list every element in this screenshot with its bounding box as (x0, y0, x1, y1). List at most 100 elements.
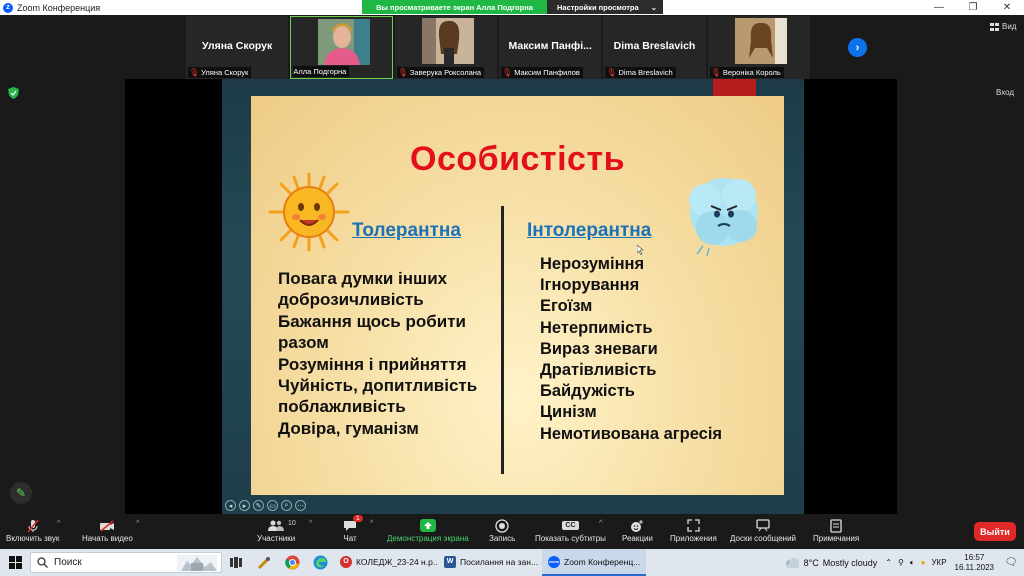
reactions-button[interactable]: Реакции (622, 517, 653, 543)
weather-widget[interactable]: 8°C Mostly cloudy (784, 557, 878, 569)
clock-time: 16:57 (964, 552, 985, 562)
mouse-cursor-icon (637, 245, 644, 255)
participant-name-label: 🎙︎ Заверука Роксолана (396, 67, 485, 78)
participant-name-label: 🎙︎ Dima Breslavich (605, 67, 676, 78)
maximize-button[interactable]: ❐ (956, 0, 990, 15)
close-window-button[interactable]: ✕ (990, 0, 1024, 15)
viewing-screen-label: Вы просматриваете экран Алла Подгорна (362, 0, 547, 14)
chevron-right-icon: › (855, 41, 860, 54)
pen-icon[interactable]: ✎ (253, 500, 264, 511)
norton-icon[interactable]: ● (921, 558, 926, 567)
minimize-button[interactable]: — (922, 0, 956, 15)
participant-name-label: 🎙︎ Вероніка Король (709, 67, 784, 78)
tray-icons: ⌃ ⚲ 🔈︎ ● УКР (885, 558, 946, 568)
language-indicator[interactable]: УКР (931, 558, 946, 567)
participants-options-caret[interactable]: ^ (309, 520, 312, 527)
sun-icon (268, 172, 350, 252)
enter-button[interactable]: Вход (996, 88, 1014, 97)
chrome-button[interactable] (278, 549, 306, 576)
start-button[interactable] (0, 549, 30, 576)
chrome-icon (284, 555, 299, 570)
participant-name: Dima Breslavich (618, 68, 673, 77)
list-item: Нетерпимість (540, 318, 653, 337)
list-item: Вираз зневаги (540, 339, 658, 358)
edge-icon (313, 555, 327, 570)
share-screen-label: Демонстрация экрана (387, 534, 469, 543)
view-options-button[interactable]: Настройки просмотра ⌄ (547, 0, 663, 14)
participant-tile[interactable]: Максим Панфі... 🎙︎ Максим Панфилов (499, 16, 602, 79)
participant-name: Алла Подгорна (293, 67, 347, 76)
column-divider (501, 206, 504, 474)
taskbar-search[interactable]: Поиск (30, 552, 222, 573)
clock[interactable]: 16:57 16.11.2023 (955, 553, 994, 573)
participant-tile[interactable]: 🎙︎ Вероніка Король (707, 16, 810, 79)
notes-button[interactable]: Примечания (813, 517, 859, 543)
view-button-label: Вид (1002, 22, 1017, 31)
taskbar-app-zoom[interactable]: zoom Zoom Конференц... (542, 549, 646, 576)
list-item: Повага думки інших (278, 269, 448, 288)
apps-button[interactable]: Приложения (670, 517, 717, 543)
captions-options-caret[interactable]: ^ (599, 520, 602, 527)
participant-tile[interactable]: 🎙︎ Заверука Роксолана (394, 16, 498, 79)
taskbar-app-label: Zoom Конференц... (564, 556, 641, 567)
participant-name-label: 🎙︎ Максим Панфилов (501, 67, 583, 78)
list-item: поблажливість (278, 397, 406, 417)
participant-strip: Уляна Скорук 🎙︎ Уляна Скорук Алла Подгорн… (186, 16, 812, 79)
leave-button[interactable]: Выйти (974, 522, 1016, 541)
volume-icon[interactable]: 🔈︎ (910, 558, 915, 568)
slides-icon[interactable]: ▭ (267, 500, 278, 511)
next-slide-icon[interactable]: ▸ (239, 500, 250, 511)
participant-tile[interactable]: Dima Breslavich 🎙︎ Dima Breslavich (603, 16, 706, 79)
list-item: Довіра, гуманізм (278, 418, 419, 438)
participant-name: Уляна Скорук (201, 68, 249, 77)
notifications-button[interactable]: 🗨︎ (1002, 557, 1020, 568)
list-item: разом (278, 333, 329, 353)
chat-unread-badge: 1 (353, 515, 363, 522)
weather-temp: 8°C (803, 557, 819, 568)
list-item: Цинізм (540, 403, 597, 422)
windows-taskbar: Поиск O КОЛЕДЖ_23-24 н.р... W Посилання на… (0, 549, 1024, 576)
zoom-icon[interactable]: ⌕ (281, 500, 292, 511)
participant-name-label: Алла Подгорна (293, 66, 350, 77)
record-button[interactable]: Запись (489, 517, 515, 543)
weather-desc: Mostly cloudy (822, 557, 878, 568)
shield-icon[interactable] (8, 87, 19, 99)
network-icon[interactable]: ⚲ (898, 558, 904, 567)
previous-slide-icon[interactable]: ◂ (225, 500, 236, 511)
participant-video (318, 19, 371, 65)
chat-options-caret[interactable]: ^ (370, 520, 373, 527)
taskbar-app-word[interactable]: W Посилання на зан... (438, 549, 542, 576)
view-button[interactable]: Вид (990, 22, 1016, 31)
taskbar-app-label: Посилання на зан... (460, 556, 539, 567)
cloud-icon (785, 557, 799, 568)
annotate-button[interactable]: ✎ (10, 482, 32, 504)
task-view-icon (230, 557, 242, 568)
start-video-button[interactable]: Начать видео (82, 517, 133, 543)
apps-icon (687, 517, 700, 534)
meeting-toolbar: Включить звук ^ Начать видео ^ Участники… (0, 514, 1024, 548)
participant-tile[interactable]: Уляна Скорук 🎙︎ Уляна Скорук (186, 16, 289, 79)
chevron-down-icon: ⌄ (650, 2, 657, 12)
whiteboards-button[interactable]: Доски сообщений (730, 517, 796, 543)
notification-icon: 🗨︎ (1004, 557, 1018, 568)
audio-options-caret[interactable]: ^ (57, 520, 60, 527)
grid-icon (990, 22, 999, 31)
unmute-button[interactable]: Включить звук (6, 517, 59, 543)
list-item: доброзичливість (278, 290, 424, 310)
zoom-window: z Zoom Конференция — ❐ ✕ Вы просматривае… (0, 0, 1024, 576)
next-participants-button[interactable]: › (848, 38, 867, 57)
taskbar-app-opera[interactable]: O КОЛЕДЖ_23-24 н.р... (334, 549, 438, 576)
taskbar-app-pinned[interactable] (250, 549, 278, 576)
edge-button[interactable] (306, 549, 334, 576)
more-icon[interactable]: ⋯ (295, 500, 306, 511)
list-item: Чуйність, допитливість (278, 376, 478, 396)
participant-tile-speaker[interactable]: Алла Подгорна (290, 16, 393, 79)
chevron-up-icon[interactable]: ⌃ (885, 558, 892, 567)
captions-label: Показать субтитры (535, 534, 606, 543)
captions-button[interactable]: CC Показать субтитры (535, 517, 606, 543)
record-label: Запись (489, 534, 516, 543)
notes-label: Примечания (813, 534, 860, 543)
video-options-caret[interactable]: ^ (136, 520, 139, 527)
task-view-button[interactable] (222, 549, 250, 576)
share-screen-button[interactable]: Демонстрация экрана (387, 517, 469, 543)
